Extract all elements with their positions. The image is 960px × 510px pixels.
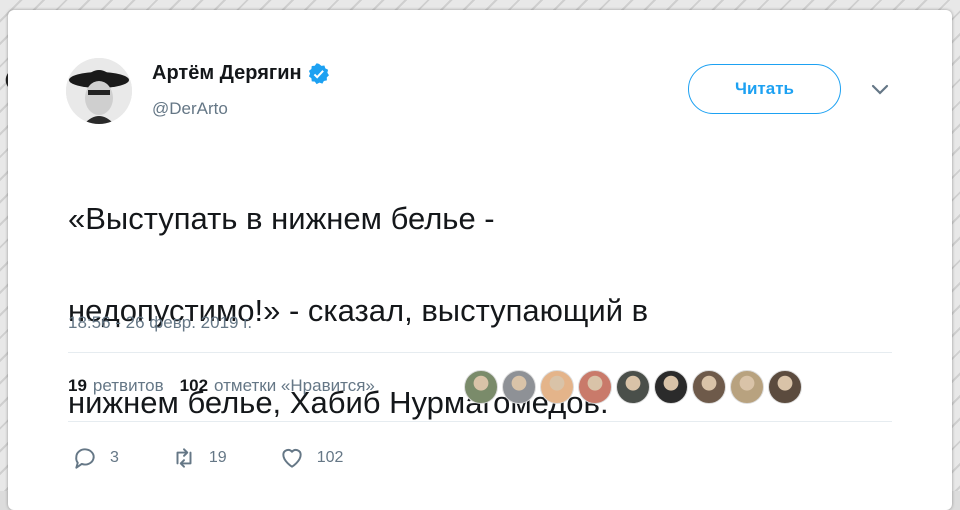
verified-badge-icon: [308, 62, 329, 84]
author-name[interactable]: Артём Дерягин: [152, 62, 330, 85]
reply-action[interactable]: 3: [72, 445, 119, 471]
tweet-text-line: «Выступать в нижнем белье -: [68, 201, 495, 236]
like-count: 102: [316, 449, 344, 466]
liker-avatar[interactable]: [578, 370, 612, 404]
author-avatar[interactable]: [66, 58, 132, 124]
divider-top: [68, 352, 892, 353]
retweet-count: 19: [208, 449, 227, 466]
likes-stat[interactable]: 102 отметки «Нравится»: [180, 376, 375, 396]
avatar-image: [66, 58, 132, 124]
liker-avatar[interactable]: [768, 370, 802, 404]
retweets-count: 19: [68, 376, 87, 395]
liker-avatar[interactable]: [502, 370, 536, 404]
author-handle[interactable]: @DerArto: [152, 99, 228, 119]
likes-count: 102: [179, 376, 209, 395]
liker-avatar[interactable]: [464, 370, 498, 404]
tweet-stats: 19 ретвитов 102 отметки «Нравится»: [68, 376, 375, 396]
retweet-icon: [176, 448, 192, 468]
reply-count: 3: [110, 449, 119, 466]
liker-avatar[interactable]: [616, 370, 650, 404]
divider-bottom: [68, 421, 892, 422]
retweet-action[interactable]: 19: [171, 445, 227, 471]
like-action[interactable]: 102: [279, 445, 344, 471]
liker-avatar[interactable]: [654, 370, 688, 404]
heart-icon: [282, 448, 302, 468]
reply-icon: [75, 448, 95, 469]
follow-button[interactable]: Читать: [688, 64, 841, 114]
tweet-timestamp[interactable]: 18:56 - 26 февр. 2019 г.: [68, 313, 252, 333]
retweets-label: ретвитов: [92, 376, 164, 395]
liker-avatar[interactable]: [692, 370, 726, 404]
chevron-down-icon[interactable]: [870, 82, 890, 96]
liker-avatars: [464, 370, 802, 404]
liker-avatar[interactable]: [540, 370, 574, 404]
tweet-actions: 3 19 102: [72, 445, 395, 471]
liker-avatar[interactable]: [730, 370, 764, 404]
tweet-text: «Выступать в нижнем белье - недопустимо!…: [68, 150, 888, 472]
author-name-text: Артём Дерягин: [152, 62, 302, 84]
likes-label: отметки «Нравится»: [214, 376, 375, 395]
retweets-stat[interactable]: 19 ретвитов: [68, 376, 164, 396]
